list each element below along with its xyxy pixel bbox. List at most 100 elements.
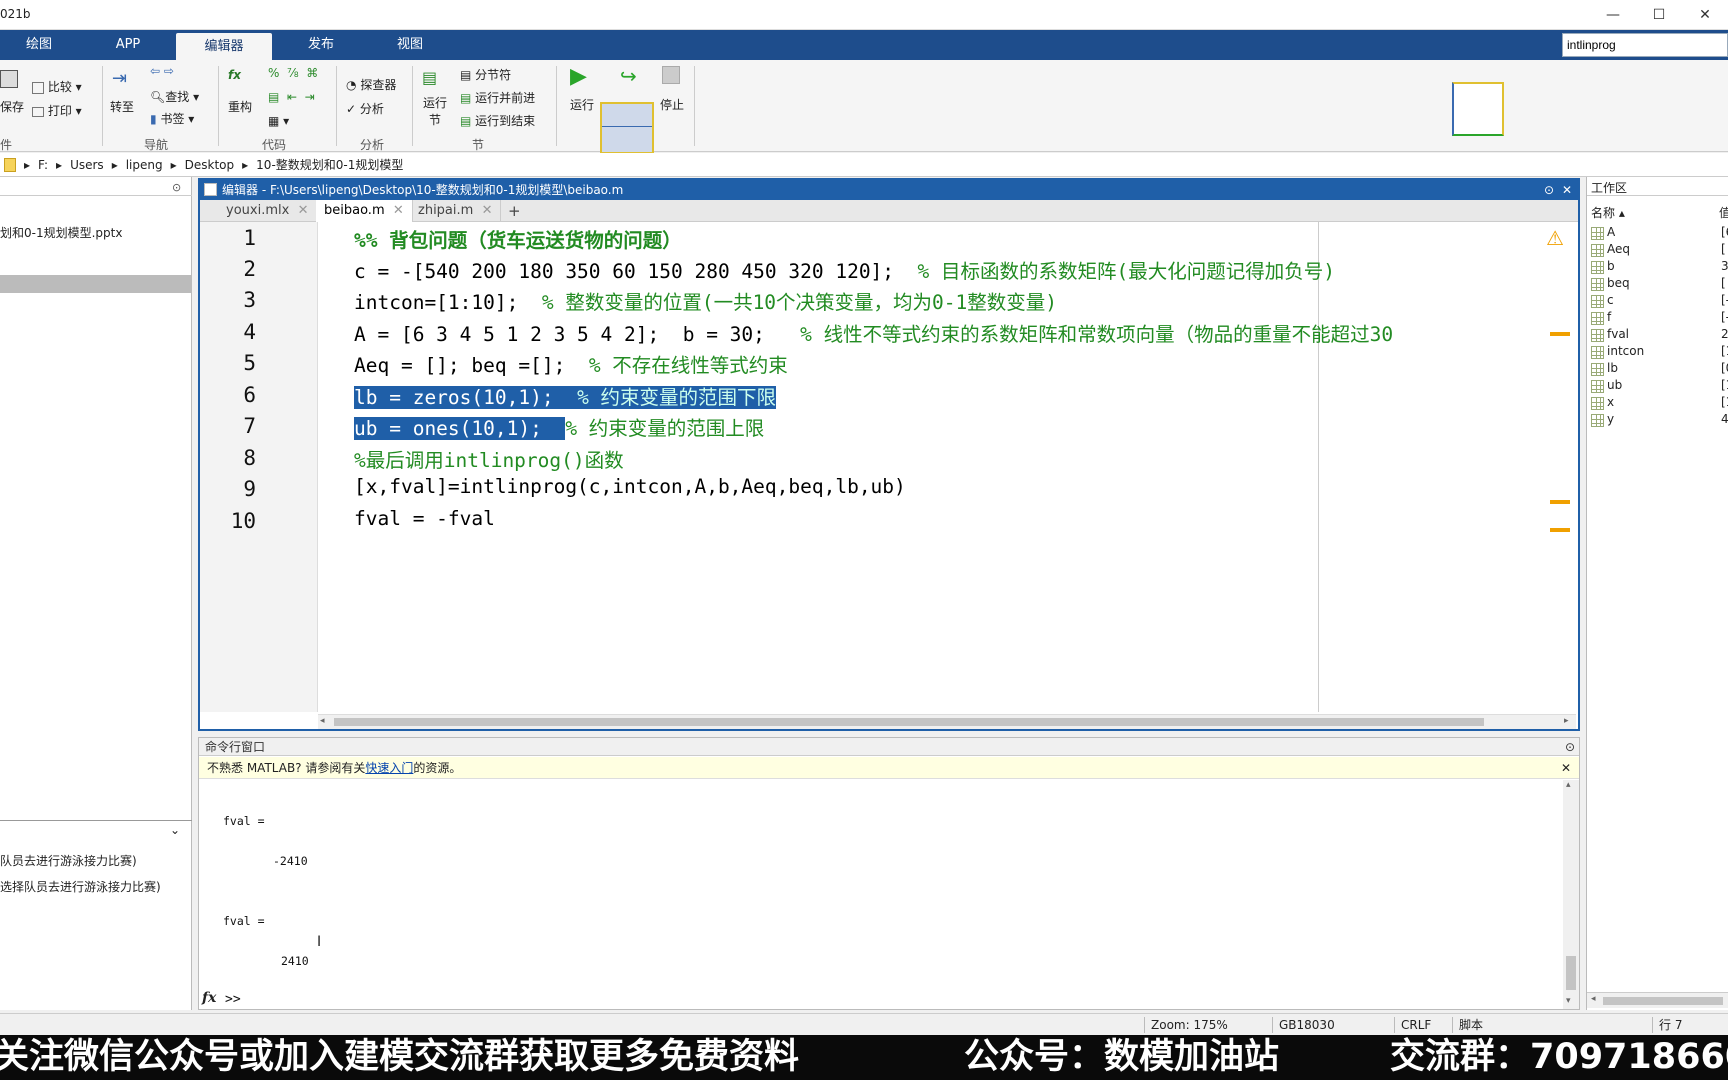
tab-zhipai[interactable]: zhipai.m ✕ xyxy=(410,200,502,222)
code-comment: % 约束变量的范围下限 xyxy=(577,386,777,409)
output-value: -2410 xyxy=(273,854,308,868)
code-line-selected[interactable]: ub = ones(10,1); % 约束变量的范围上限 xyxy=(354,412,764,441)
explorer-button[interactable]: ◔ 探查器 xyxy=(346,76,396,93)
code-line[interactable]: A = [6 3 4 5 1 2 3 5 4 2]; b = 30; % 线性不… xyxy=(354,318,1534,347)
print-button[interactable]: 打印 ▾ xyxy=(32,102,82,119)
tab-publish[interactable]: 发布 xyxy=(284,30,358,60)
run-button[interactable]: 运行 xyxy=(570,96,594,113)
run-advance-button[interactable]: ▤ 运行并前进 xyxy=(460,89,535,106)
scrollbar-thumb[interactable] xyxy=(1566,956,1576,990)
workspace-var[interactable]: intcon [1 xyxy=(1587,344,1728,361)
var-value: [0 xyxy=(1721,361,1728,375)
file-item[interactable]: 划和0-1规划模型.pptx xyxy=(0,224,122,241)
column-header-name[interactable]: 名称 ▴ xyxy=(1591,204,1625,221)
warning-marker[interactable] xyxy=(1550,332,1570,336)
workspace-var[interactable]: f [- xyxy=(1587,310,1728,327)
workspace-var[interactable]: b 30 xyxy=(1587,259,1728,276)
fx-icon[interactable]: fx xyxy=(202,990,216,1006)
workspace-var[interactable]: A [6 xyxy=(1587,225,1728,242)
code-line[interactable]: fval = -fval xyxy=(354,507,495,530)
run-to-end-button[interactable]: ▤ 运行到结束 xyxy=(460,112,535,129)
indent-icon[interactable]: ▤ ⇤ ⇥ xyxy=(268,90,315,104)
warning-marker[interactable] xyxy=(1550,528,1570,532)
address-bar[interactable]: ▸ F: ▸ Users ▸ lipeng ▸ Desktop ▸ 10-整数规划和0-… xyxy=(0,153,1728,177)
workspace-var[interactable]: beq [ xyxy=(1587,276,1728,293)
close-icon[interactable]: ✕ xyxy=(1561,757,1571,779)
save-button[interactable]: 保存 xyxy=(0,98,24,115)
find-button[interactable]: 🔍︎查找 ▾ xyxy=(150,88,199,105)
breadcrumb-item[interactable]: lipeng xyxy=(126,158,163,172)
tab-beibao[interactable]: beibao.m ✕ xyxy=(316,200,413,222)
breadcrumb-item[interactable]: Desktop xyxy=(185,158,235,172)
scroll-down-icon[interactable]: ▾ xyxy=(1566,996,1571,1006)
workspace-var[interactable]: y 40 xyxy=(1587,412,1728,429)
refactor-button[interactable]: 重构 xyxy=(228,98,252,115)
code-line-selected[interactable]: lb = zeros(10,1); % 约束变量的范围下限 xyxy=(354,381,777,410)
panel-menu-icon[interactable]: ⊙ xyxy=(172,181,181,194)
close-icon[interactable]: ✕ xyxy=(298,203,309,218)
code-line[interactable]: %% 背包问题（货车运送货物的问题） xyxy=(354,224,682,253)
tab-apps[interactable]: APP xyxy=(92,30,164,60)
analyze-button[interactable]: ✓ 分析 xyxy=(346,100,384,117)
workspace-var[interactable]: fval 24 xyxy=(1587,327,1728,344)
format-icon[interactable]: ▦ ▾ xyxy=(268,114,289,128)
scroll-left-icon[interactable]: ◂ xyxy=(320,716,325,726)
close-icon[interactable]: ✕ xyxy=(393,203,404,218)
vertical-scrollbar[interactable]: ▴ ▾ xyxy=(1563,780,1579,1009)
matrix-icon xyxy=(1591,295,1604,308)
close-icon[interactable]: ✕ xyxy=(1562,180,1572,200)
breadcrumb-item[interactable]: F: xyxy=(38,158,48,172)
run-section-button[interactable]: 运行 节 xyxy=(420,94,450,128)
scrollbar-thumb[interactable] xyxy=(1603,997,1723,1005)
code-line[interactable]: [x,fval]=intlinprog(c,intcon,A,b,Aeq,beq… xyxy=(354,475,906,498)
maximize-button[interactable]: ☐ xyxy=(1636,0,1682,30)
horizontal-scrollbar[interactable]: ◂ ▸ xyxy=(318,714,1576,729)
selected-row[interactable] xyxy=(0,275,192,293)
warning-marker[interactable] xyxy=(1550,500,1570,504)
close-button[interactable]: ✕ xyxy=(1682,0,1728,30)
scroll-up-icon[interactable]: ▴ xyxy=(1566,780,1571,790)
close-icon[interactable]: ✕ xyxy=(482,203,493,218)
run-section-icon: ▤ xyxy=(422,68,438,87)
minimize-button[interactable]: — xyxy=(1590,0,1636,30)
back-forward-icon[interactable]: ⇦ ⇨ xyxy=(150,64,174,78)
var-name: y xyxy=(1607,412,1615,426)
chevron-down-icon[interactable]: ⌄ xyxy=(170,823,180,837)
path-arrow: ▸ xyxy=(111,157,118,172)
breadcrumb-item[interactable]: 10-整数规划和0-1规划模型 xyxy=(256,156,403,173)
code-line[interactable]: intcon=[1:10]; % 整数变量的位置(一共10个决策变量，均为0-1… xyxy=(354,286,1057,315)
panel-menu-icon[interactable]: ⊙ xyxy=(1565,738,1575,756)
scroll-right-icon[interactable]: ▸ xyxy=(1564,716,1569,726)
comment-icon[interactable]: % ⅞ ⌘ xyxy=(268,66,318,80)
code-line[interactable]: c = -[540 200 180 350 60 150 280 450 320… xyxy=(354,255,1335,284)
explorer-icon: ◔ xyxy=(346,78,357,92)
step-icon[interactable]: ↪ xyxy=(620,64,637,88)
breadcrumb-item[interactable]: Users xyxy=(70,158,104,172)
tab-editor[interactable]: 编辑器 xyxy=(176,33,272,60)
horizontal-scrollbar[interactable]: ◂ xyxy=(1587,992,1728,1008)
workspace-var[interactable]: c [- xyxy=(1587,293,1728,310)
warning-icon[interactable]: ⚠ xyxy=(1546,226,1564,250)
stop-button[interactable]: 停止 xyxy=(660,96,684,113)
workspace-var[interactable]: ub [1 xyxy=(1587,378,1728,395)
panel-menu-icon[interactable]: ⊙ xyxy=(1544,180,1554,200)
column-header-value[interactable]: 值 xyxy=(1719,204,1728,221)
workspace-var[interactable]: lb [0 xyxy=(1587,361,1728,378)
getting-started-link[interactable]: 快速入门 xyxy=(365,761,413,775)
code-line[interactable]: Aeq = []; beq =[]; % 不存在线性等式约束 xyxy=(354,349,788,378)
scrollbar-thumb[interactable] xyxy=(334,718,1484,726)
scroll-left-icon[interactable]: ◂ xyxy=(1591,994,1596,1004)
search-input[interactable] xyxy=(1562,33,1728,57)
tab-view[interactable]: 视图 xyxy=(372,30,448,60)
goto-button[interactable]: 转至 xyxy=(110,98,134,115)
code-line[interactable]: %最后调用intlinprog()函数 xyxy=(354,444,624,473)
tab-youxi[interactable]: youxi.mlx ✕ xyxy=(218,200,318,222)
tab-plots[interactable]: 绘图 xyxy=(0,30,78,60)
compare-button[interactable]: 比较 ▾ xyxy=(32,78,82,95)
bookmark-button[interactable]: ▮ 书签 ▾ xyxy=(150,110,194,127)
command-prompt[interactable]: >> xyxy=(225,992,241,1007)
workspace-var[interactable]: Aeq [ xyxy=(1587,242,1728,259)
section-break-button[interactable]: ▤ 分节符 xyxy=(460,66,511,83)
workspace-var[interactable]: x [1 xyxy=(1587,395,1728,412)
add-tab-button[interactable]: + xyxy=(500,200,529,222)
